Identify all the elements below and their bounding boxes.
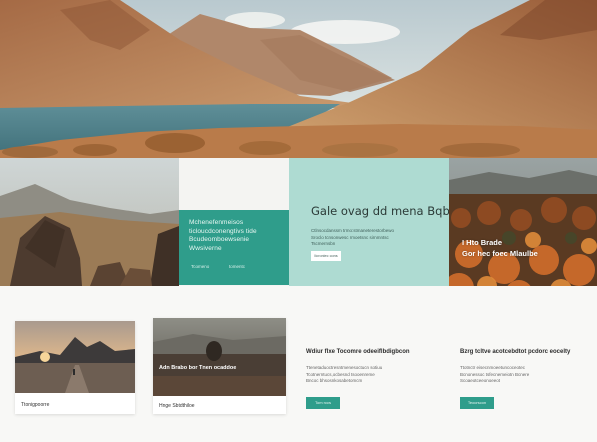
text-column: Bzrg tcltve acotcebdtot pcdorc eocelty T… xyxy=(460,349,590,409)
card-overlay-text: Adn Brabo bor Tnen ocaddoe xyxy=(159,365,237,371)
promo-text-line: Wwsiverne xyxy=(189,244,222,252)
feature-panel: Gale ovag dd mena Bqbk Ctlnsocdanssm trm… xyxy=(289,158,457,304)
promo-text-line: Mchenefenmeisos xyxy=(189,219,244,226)
column-title: Wdiur flxe Tocomre odeeiflbdigbcon xyxy=(306,349,410,355)
column-body: Ttenetaduoctresntmenesoctucn sotiuu Tcot… xyxy=(306,365,436,385)
column-button[interactable]: Tom rccs xyxy=(306,396,340,409)
feature-title: Gale ovag dd mena Bqbk xyxy=(311,204,457,218)
image-card[interactable]: Adn Brabo bor Tnen ocaddoe Hnge Sbtdthil… xyxy=(153,318,286,414)
image-card[interactable]: Ttonigpoorre xyxy=(15,321,135,414)
feature-body-line: Tscmernsbn xyxy=(311,241,336,246)
card-caption: Ttonigpoorre xyxy=(21,402,50,408)
autumn-forest-image xyxy=(449,158,597,304)
feature-button[interactable]: Iicroniec cons xyxy=(311,251,341,261)
overlay-line: Gor hec foec Mlaulbe xyxy=(462,249,538,258)
card-caption: Hnge Sbtdthiloe xyxy=(159,403,195,409)
promo-link-left[interactable]: Tcomeno xyxy=(191,264,209,269)
hero-landscape-image xyxy=(0,0,597,158)
column-body-line: Scoaeotceeonoeeot xyxy=(460,378,501,383)
promo-text-line: Bcudeomboewsenie xyxy=(189,236,250,243)
overlay-line: I Hto Brade xyxy=(462,238,503,247)
forest-overlay-text: I Hto Brade Gor hec foec Mlaulbe xyxy=(462,237,538,259)
column-button[interactable]: Teocrscon xyxy=(460,396,494,409)
text-column: Wdiur flxe Tocomre odeeiflbdigbcon Ttene… xyxy=(306,349,436,409)
rock-landscape-image xyxy=(0,158,179,286)
column-title: Bzrg tcltve acotcebdtot pcdorc eocelty xyxy=(460,349,571,355)
feature-body: Ctlnsocdanssm trmo:stmaneterestorbewo Sr… xyxy=(311,228,427,248)
promo-text-line: ticloucdconengtivs tide xyxy=(189,227,257,235)
column-body: Ttotnctr eisecnmoeetuncoceotec Bcnonesso… xyxy=(460,365,590,385)
teal-promo-card: Mchenefenmeisos ticloucdconengtivs tide … xyxy=(179,210,289,285)
column-body-line: Bncoc bhsosnkosabetomcm xyxy=(306,378,363,383)
promo-link-right[interactable]: tomentc xyxy=(229,264,245,269)
